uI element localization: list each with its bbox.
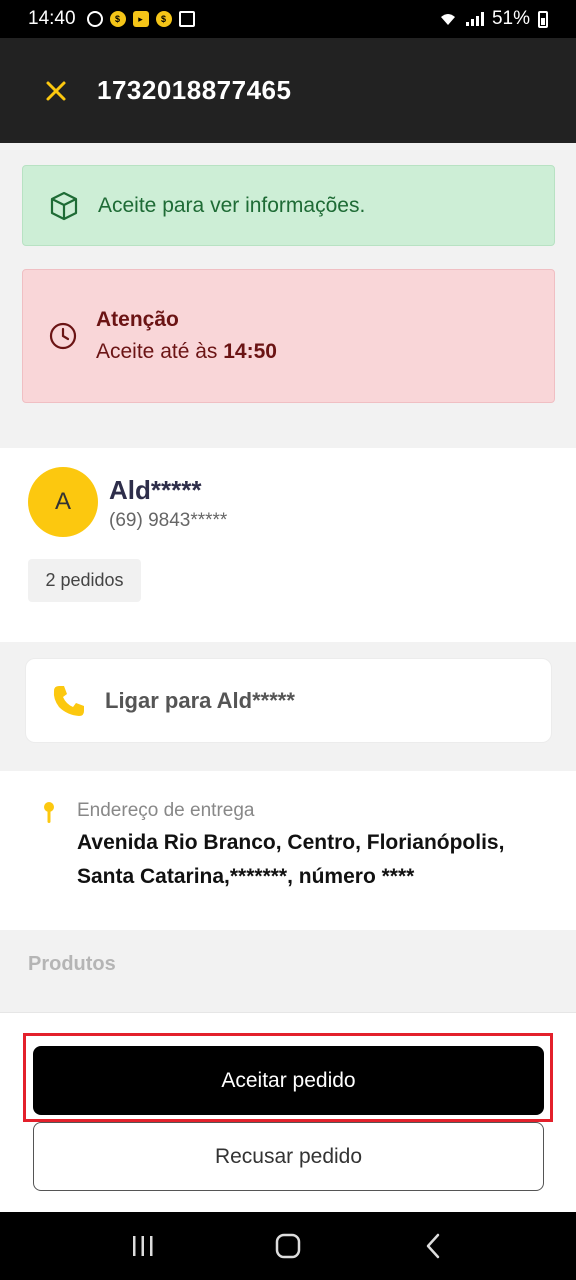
customer-phone: (69) 9843***** (109, 510, 228, 531)
back-icon (427, 1233, 440, 1259)
image-icon (178, 11, 195, 27)
battery-percent: 51% (491, 8, 530, 29)
status-time: 14:40 (28, 8, 76, 29)
order-id-title: 1732018877465 (97, 75, 292, 105)
accept-order-button[interactable]: Aceitar pedido (33, 1046, 544, 1115)
call-customer-button[interactable]: Ligar para Ald***** (25, 658, 552, 743)
warning-deadline: 14:50 (223, 340, 277, 363)
home-icon (275, 1233, 301, 1259)
coin-icon: $ (155, 11, 172, 27)
info-alert-message: Aceite para ver informações. (98, 193, 366, 217)
info-alert: Aceite para ver informações. (22, 165, 555, 246)
refuse-order-button[interactable]: Recusar pedido (33, 1122, 544, 1191)
wifi-icon (440, 14, 455, 25)
whatsapp-icon (86, 11, 103, 27)
customer-name: Ald***** (109, 475, 202, 505)
phone-icon (53, 685, 84, 716)
back-button[interactable] (413, 1226, 453, 1266)
call-customer-label: Ligar para Ald***** (105, 687, 295, 713)
warning-title: Atenção (96, 308, 179, 331)
warning-text-prefix: Aceite até às (96, 340, 218, 363)
pin-icon (44, 802, 54, 823)
status-left: 14:40 $ ▸ $ (28, 8, 195, 30)
warning-alert: Atenção Aceite até às 14:50 (22, 269, 555, 403)
close-button[interactable] (45, 78, 71, 104)
address-text: Avenida Rio Branco, Centro, Florianópoli… (77, 831, 505, 888)
battery-icon (538, 10, 548, 28)
coin-icon: $ (109, 11, 126, 27)
avatar: A (28, 467, 98, 537)
products-section: Produtos (0, 930, 576, 992)
orders-count-badge: 2 pedidos (28, 559, 141, 602)
warning-line: Aceite até às 14:50 (96, 340, 277, 364)
warning-texts: Atenção Aceite até às 14:50 (96, 308, 277, 364)
system-nav-bar (0, 1212, 576, 1280)
clock-icon (49, 322, 77, 350)
signal-icon (465, 12, 484, 26)
home-button[interactable] (268, 1226, 308, 1266)
close-icon (46, 81, 66, 100)
recent-apps-button[interactable] (123, 1226, 163, 1266)
delivery-app-icon: ▸ (132, 11, 149, 27)
address-section: Endereço de entrega Avenida Rio Branco, … (0, 771, 576, 930)
products-title: Produtos (28, 953, 116, 975)
address-label: Endereço de entrega (77, 800, 255, 821)
status-bar: 14:40 $ ▸ $ 51% (0, 0, 576, 38)
status-right: 51% (438, 8, 548, 30)
recent-apps-icon (132, 1236, 153, 1256)
actions-panel: Aceitar pedido Recusar pedido (0, 1012, 576, 1212)
box-icon (50, 191, 78, 220)
app-header: 1732018877465 (0, 38, 576, 143)
customer-section: A Ald***** (69) 9843***** 2 pedidos (0, 448, 576, 642)
